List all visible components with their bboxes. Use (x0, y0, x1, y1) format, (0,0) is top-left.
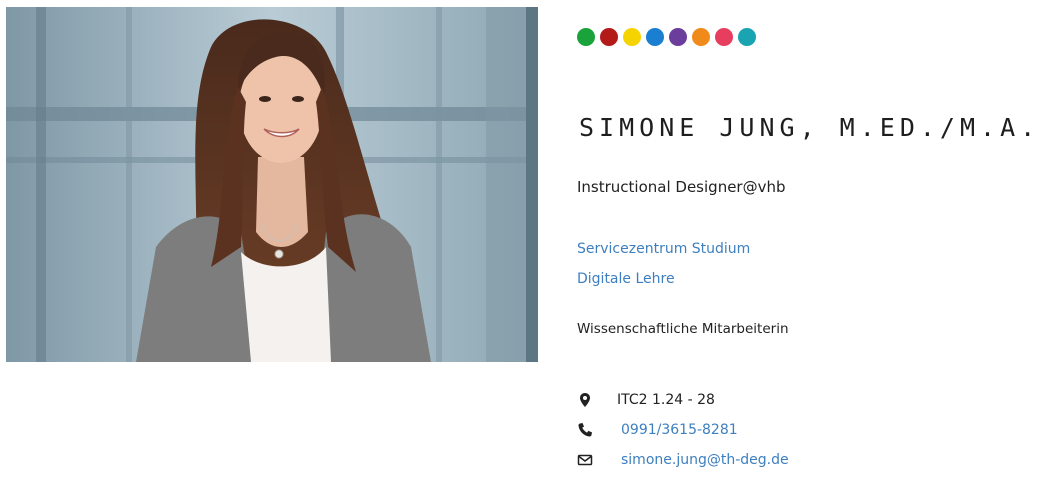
color-dot-7 (715, 28, 733, 46)
unit-link-digitale-lehre[interactable]: Digitale Lehre (577, 271, 675, 287)
color-dot-8 (738, 28, 756, 46)
color-dot-5 (669, 28, 687, 46)
phone-icon (577, 422, 593, 438)
profile-position: Wissenschaftliche Mitarbeiterin (577, 321, 789, 337)
profile-photo (6, 7, 538, 362)
color-dot-3 (623, 28, 641, 46)
contact-room: ITC2 1.24 - 28 (617, 392, 715, 408)
contact-email-row: simone.jung@th-deg.de (577, 450, 789, 470)
color-dot-1 (577, 28, 595, 46)
color-dot-4 (646, 28, 664, 46)
contact-email-link[interactable]: simone.jung@th-deg.de (621, 452, 789, 468)
contact-room-row: ITC2 1.24 - 28 (577, 390, 715, 410)
profile-role: Instructional Designer@vhb (577, 178, 786, 196)
contact-phone-link[interactable]: 0991/3615-8281 (621, 422, 738, 438)
color-dot-2 (600, 28, 618, 46)
unit-link-servicezentrum-studium[interactable]: Servicezentrum Studium (577, 241, 750, 257)
color-dot-6 (692, 28, 710, 46)
contact-phone-row: 0991/3615-8281 (577, 420, 738, 440)
profile-name: SIMONE JUNG, M.ED./M.A. (579, 113, 1041, 142)
envelope-icon (577, 452, 593, 468)
color-dots (577, 28, 756, 46)
map-marker-icon (577, 392, 593, 408)
